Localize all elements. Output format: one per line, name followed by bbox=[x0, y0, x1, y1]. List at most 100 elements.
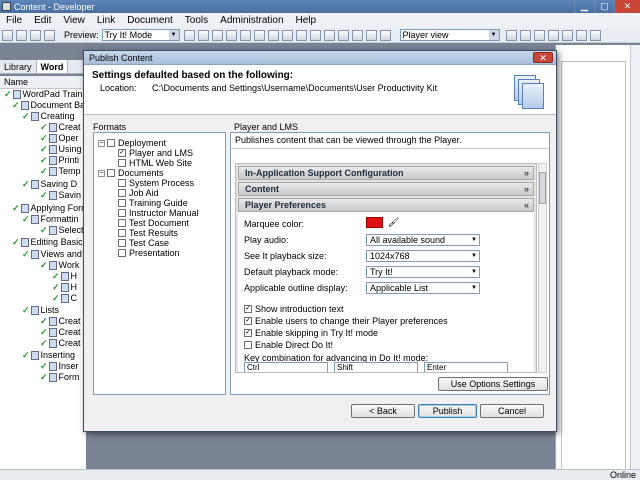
move-up-icon[interactable] bbox=[323, 29, 335, 41]
format-deployment[interactable]: − Deployment bbox=[98, 138, 166, 148]
save-icon[interactable] bbox=[16, 29, 27, 41]
tree-item[interactable]: ✓ Creat bbox=[40, 338, 81, 349]
undo-icon[interactable] bbox=[267, 29, 279, 41]
tab-word[interactable]: Word bbox=[36, 60, 69, 73]
menu-file[interactable]: File bbox=[6, 15, 22, 26]
dialog-close-button[interactable]: ✕ bbox=[533, 52, 553, 63]
close-button[interactable]: ✕ bbox=[614, 0, 640, 13]
tree-item[interactable]: ✓ Work bbox=[40, 260, 79, 271]
format-doc-item[interactable]: Test Document bbox=[118, 218, 189, 228]
tree-item[interactable]: ✓ Lists bbox=[22, 305, 59, 316]
format-doc-item[interactable]: System Process bbox=[118, 178, 194, 188]
maximize-button[interactable]: ▢ bbox=[594, 0, 614, 13]
key-combo-select-2[interactable]: Shift bbox=[334, 362, 418, 372]
key-combo-select-1[interactable]: Ctrl bbox=[244, 362, 328, 372]
tree-item[interactable]: ✓ Saving D bbox=[22, 179, 77, 190]
tree-item[interactable]: ✓ C bbox=[52, 293, 77, 304]
properties-icon[interactable] bbox=[379, 29, 391, 41]
tree-item[interactable]: ✓ Select bbox=[40, 225, 84, 236]
show-intro-checkbox[interactable]: ✓ Show introduction text bbox=[244, 304, 344, 314]
format-doc-item[interactable]: Test Case bbox=[118, 238, 169, 248]
redo-icon[interactable] bbox=[281, 29, 293, 41]
direct-do-it-checkbox[interactable]: Enable Direct Do It! bbox=[244, 340, 333, 350]
tree-item[interactable]: ✓ Views and bbox=[22, 249, 82, 260]
format-player-lms[interactable]: ✓ Player and LMS bbox=[118, 148, 193, 158]
tree-item[interactable]: ✓ Formattin bbox=[22, 214, 79, 225]
tree-item[interactable]: ✓ H bbox=[52, 271, 77, 282]
panel3-icon[interactable] bbox=[589, 29, 601, 41]
tree-item[interactable]: ✓ Inser bbox=[40, 361, 79, 372]
publish-button[interactable]: Publish bbox=[418, 404, 477, 418]
tab-library[interactable]: Library bbox=[0, 60, 37, 73]
layout2-icon[interactable] bbox=[519, 29, 531, 41]
tree-item[interactable]: ✓ Creating bbox=[22, 111, 75, 122]
new-icon[interactable] bbox=[2, 29, 13, 41]
find-icon[interactable] bbox=[253, 29, 265, 41]
cut-icon[interactable] bbox=[197, 29, 209, 41]
menu-administration[interactable]: Administration bbox=[220, 15, 283, 26]
format-doc-item[interactable]: Test Results bbox=[118, 228, 178, 238]
go-icon[interactable] bbox=[183, 29, 195, 41]
name-column-header[interactable]: Name bbox=[0, 76, 86, 89]
key-combo-select-3[interactable]: Enter bbox=[424, 362, 508, 372]
tree-item[interactable]: ✓ Using bbox=[40, 144, 82, 155]
tree-item[interactable]: ✓ Applying Form bbox=[12, 203, 86, 214]
minimize-button[interactable]: ▁ bbox=[574, 0, 594, 13]
move-down-icon[interactable] bbox=[337, 29, 349, 41]
panel-icon[interactable] bbox=[561, 29, 573, 41]
enable-skipping-checkbox[interactable]: ✓ Enable skipping in Try It! mode bbox=[244, 328, 378, 338]
settings-scrollbar[interactable] bbox=[538, 163, 547, 373]
cancel-button[interactable]: Cancel bbox=[480, 404, 544, 418]
tree-item[interactable]: ✓ Savin bbox=[40, 190, 81, 201]
tree-item[interactable]: ✓ Inserting bbox=[22, 350, 75, 361]
tree-item[interactable]: ✓ Editing Basic bbox=[12, 237, 83, 248]
expand-icon[interactable] bbox=[295, 29, 307, 41]
tree-item[interactable]: ✓ H bbox=[52, 282, 77, 293]
back-button[interactable]: < Back bbox=[351, 404, 415, 418]
tree-item[interactable]: ✓ Printi bbox=[40, 155, 79, 166]
menu-help[interactable]: Help bbox=[296, 15, 317, 26]
tree-item[interactable]: ✓ Creat bbox=[40, 327, 81, 338]
tree-item[interactable]: ✓ Oper bbox=[40, 133, 79, 144]
layout4-icon[interactable] bbox=[547, 29, 559, 41]
section-content[interactable]: Content» bbox=[238, 182, 534, 196]
tree-item[interactable]: ✓ Temp bbox=[40, 166, 81, 177]
format-html-web-site[interactable]: HTML Web Site bbox=[118, 158, 192, 168]
paste-icon[interactable] bbox=[225, 29, 237, 41]
section-in-app-support[interactable]: In-Application Support Configuration» bbox=[238, 166, 534, 180]
layout-icon[interactable] bbox=[505, 29, 517, 41]
indent-icon[interactable] bbox=[351, 29, 363, 41]
copy-icon[interactable] bbox=[211, 29, 223, 41]
format-doc-item[interactable]: Job Aid bbox=[118, 188, 159, 198]
format-doc-item[interactable]: Presentation bbox=[118, 248, 180, 258]
format-documents[interactable]: − Documents bbox=[98, 168, 164, 178]
tree-item[interactable]: ✓ Form bbox=[40, 372, 80, 383]
layout3-icon[interactable] bbox=[533, 29, 545, 41]
tree-item[interactable]: ✓ Creat bbox=[40, 122, 81, 133]
tree-item[interactable]: ✓ Creat bbox=[40, 316, 81, 327]
format-doc-item[interactable]: Training Guide bbox=[118, 198, 188, 208]
view-select[interactable]: Player view ▼ bbox=[399, 29, 500, 41]
delete-icon[interactable] bbox=[239, 29, 251, 41]
tree-item[interactable]: ✓ Document Ba bbox=[12, 100, 85, 111]
menu-edit[interactable]: Edit bbox=[34, 15, 51, 26]
scroll-thumb[interactable] bbox=[539, 172, 546, 204]
collapse-icon[interactable] bbox=[309, 29, 321, 41]
print-icon[interactable] bbox=[30, 29, 41, 41]
format-doc-item[interactable]: Instructor Manual bbox=[118, 208, 199, 218]
outdent-icon[interactable] bbox=[365, 29, 377, 41]
menu-view[interactable]: View bbox=[63, 15, 85, 26]
see-it-size-select[interactable]: 1024x768 ▼ bbox=[366, 250, 480, 262]
scrollbar[interactable] bbox=[630, 45, 640, 469]
publish-icon[interactable] bbox=[44, 29, 55, 41]
paint-bucket-icon[interactable]: 🖌 bbox=[388, 217, 399, 228]
preview-mode-select[interactable]: Try It! Mode ▼ bbox=[101, 29, 180, 41]
menu-tools[interactable]: Tools bbox=[185, 15, 208, 26]
menu-link[interactable]: Link bbox=[97, 15, 115, 26]
marquee-color-swatch[interactable] bbox=[366, 217, 383, 228]
use-options-settings-button[interactable]: Use Options Settings bbox=[438, 377, 548, 391]
panel2-icon[interactable] bbox=[575, 29, 587, 41]
outline-display-select[interactable]: Applicable List ▼ bbox=[366, 282, 480, 294]
change-prefs-checkbox[interactable]: ✓ Enable users to change their Player pre… bbox=[244, 316, 448, 326]
play-audio-select[interactable]: All available sound ▼ bbox=[366, 234, 480, 246]
